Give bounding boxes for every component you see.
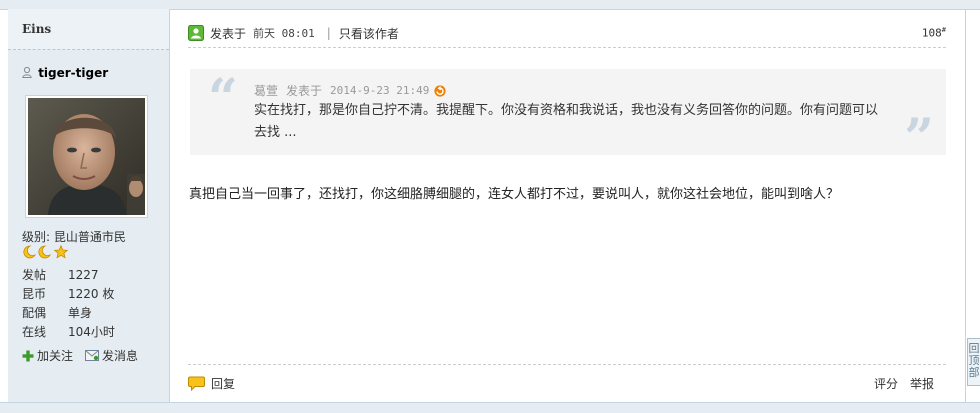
- stat-value: 单身: [68, 306, 93, 320]
- post-header: 发表于 前天 08:01 | 只看该作者 108#: [188, 22, 946, 44]
- author-level: 级别: 昆山普通市民: [22, 230, 126, 244]
- post-message: 真把自己当一回事了，还找打，你这细胳膊细腿的，连女人都打不过，要说叫人，就你这社…: [189, 187, 840, 202]
- author-name-bar: Eins: [8, 9, 169, 50]
- post-footer-actions: 评分 举报: [874, 375, 934, 392]
- moon-icon: [23, 245, 37, 259]
- quote-text: 实在找打，那是你自己拧不清。我提醒下。你没有资格和我说话，我也没有义务回答你的问…: [254, 103, 879, 140]
- moon-icon: [38, 245, 52, 259]
- stat-row-posts: 发帖 1227: [22, 266, 162, 285]
- stat-key: 发帖: [22, 268, 47, 282]
- avatar-image: [28, 98, 145, 215]
- quote-posted-label: 发表于: [286, 84, 323, 98]
- header-divider: [188, 47, 946, 48]
- close-quote-icon: ”: [904, 108, 934, 169]
- quote-block: “ 葛萱 发表于 2014-9-23 21:49 实在找打，那是你自己拧不清。我…: [190, 68, 946, 165]
- floor-number[interactable]: 108#: [922, 26, 946, 40]
- follow-button[interactable]: 加关注: [22, 347, 73, 364]
- header-separator: |: [326, 26, 331, 40]
- stat-key: 在线: [22, 325, 47, 339]
- stat-key: 配偶: [22, 306, 47, 320]
- send-message-button[interactable]: 发消息: [85, 347, 138, 364]
- author-username[interactable]: tiger-tiger: [38, 66, 108, 80]
- post-footer: 回复 评分 举报: [188, 373, 946, 393]
- author-actions: 加关注 发消息: [22, 347, 138, 364]
- only-author-link[interactable]: 只看该作者: [339, 25, 399, 42]
- bottom-divider-strip: [0, 402, 980, 413]
- speech-bubble-icon: [188, 376, 205, 391]
- posted-label: 发表于: [210, 26, 247, 41]
- stat-value: 104小时: [68, 325, 115, 339]
- user-icon: [22, 67, 32, 78]
- avatar[interactable]: [25, 95, 148, 218]
- plus-icon: [22, 350, 34, 361]
- floor-value: 108: [921, 26, 942, 40]
- stat-row-spouse: 配偶 单身: [22, 304, 162, 323]
- stat-row-online: 在线 104小时: [22, 323, 162, 342]
- star-icon: [53, 244, 69, 259]
- stat-value: 1220 枚: [68, 287, 115, 301]
- author-sidebar: Eins tiger-tiger 级别: 昆山普通市民 发帖 1227 昆币 1…: [8, 9, 170, 402]
- author-stats: 发帖 1227 昆币 1220 枚 配偶 单身 在线 104小时: [22, 266, 162, 342]
- floor-mark: #: [941, 26, 946, 35]
- quote-meta: 葛萱 发表于 2014-9-23 21:49: [254, 82, 446, 99]
- footer-divider: [188, 364, 946, 365]
- jump-to-post-icon[interactable]: [434, 84, 446, 97]
- send-message-label: 发消息: [102, 349, 139, 363]
- back-to-top-button[interactable]: 回顶部: [967, 338, 980, 386]
- stat-key: 昆币: [22, 287, 47, 301]
- report-button[interactable]: 举报: [910, 375, 934, 392]
- author-username-row[interactable]: tiger-tiger: [22, 66, 108, 80]
- reply-label: 回复: [211, 376, 236, 391]
- post-content: 发表于 前天 08:01 | 只看该作者 108# “ 葛萱 发表于 2014-…: [170, 9, 966, 402]
- stat-row-coins: 昆币 1220 枚: [22, 285, 162, 304]
- quote-author: 葛萱: [254, 84, 279, 98]
- open-quote-icon: “: [208, 68, 238, 129]
- rate-button[interactable]: 评分: [874, 375, 898, 392]
- follow-label: 加关注: [37, 349, 74, 363]
- quote-time: 2014-9-23 21:49: [330, 84, 430, 97]
- stat-value[interactable]: 1227: [68, 266, 99, 285]
- envelope-icon: [85, 350, 100, 361]
- reply-button[interactable]: 回复: [188, 375, 235, 392]
- online-status-icon: [188, 25, 204, 41]
- rank-stars: [22, 244, 70, 262]
- content-right-border: [965, 9, 966, 402]
- posted-time: 前天 08:01: [253, 27, 315, 40]
